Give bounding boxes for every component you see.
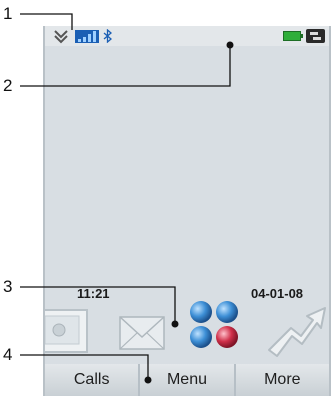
callout-number-1: 1 (3, 4, 13, 23)
calls-softkey[interactable]: Calls (45, 364, 139, 396)
application-menu-icon[interactable] (185, 296, 245, 354)
menu-softkey[interactable]: Menu (140, 364, 234, 396)
battery-icon (283, 31, 303, 41)
phone-screen: 11:21 04-01-08 Calls Menu More (43, 26, 331, 396)
callout-number-4: 4 (3, 345, 13, 364)
signal-strength-icon (75, 30, 99, 43)
status-bar[interactable] (45, 26, 329, 46)
softkey-bar: Calls Menu More (45, 364, 329, 396)
arrow-icon[interactable] (265, 298, 327, 358)
bluetooth-icon (103, 29, 112, 43)
callout-number-2: 2 (3, 76, 13, 95)
more-softkey[interactable]: More (235, 364, 329, 396)
annotated-phone-screen: 11:21 04-01-08 Calls Menu More 1 2 3 4 (0, 0, 332, 396)
chevron-down-icon[interactable] (53, 28, 69, 44)
mail-icon[interactable] (117, 309, 169, 357)
charger-icon (306, 29, 325, 43)
photo-icon[interactable] (45, 304, 97, 356)
callout-number-3: 3 (3, 277, 13, 296)
clock-time: 11:21 (77, 286, 110, 301)
